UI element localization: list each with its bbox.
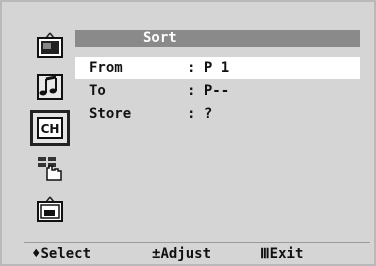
adjust-hint: ±Adjust (152, 243, 211, 265)
menu-icon-column: CH (29, 28, 75, 234)
picture-icon (37, 32, 63, 58)
picture-menu-button[interactable] (30, 28, 70, 64)
menu-row-label: Store (89, 106, 132, 122)
exit-hint: ⅢExit (260, 243, 303, 265)
menu-row-label: To (89, 83, 106, 99)
menu-row-store[interactable]: Store : ? (75, 103, 360, 125)
select-hint: ♦Select (32, 243, 91, 265)
pip-icon (37, 196, 63, 222)
exit-label: Exit (269, 246, 304, 262)
channel-icon: CH (37, 117, 63, 139)
function-icon (38, 157, 62, 181)
footer-hint-bar: ♦Select ±Adjust ⅢExit (24, 243, 370, 265)
sound-icon (37, 74, 63, 100)
menu-row-value: : P-- (187, 83, 230, 99)
svg-text:CH: CH (41, 122, 60, 136)
pip-menu-button[interactable] (30, 192, 70, 228)
function-menu-button[interactable] (30, 151, 70, 187)
menu-title-bar: Sort (75, 30, 360, 47)
sound-menu-button[interactable] (30, 69, 70, 105)
exit-icon: Ⅲ (260, 246, 270, 262)
menu-row-label: From (89, 60, 123, 76)
menu-row-from[interactable]: From : P 1 (75, 57, 360, 79)
adjust-label: Adjust (160, 246, 212, 262)
menu-row-value: : P 1 (187, 60, 230, 76)
menu-row-value: : ? (187, 106, 213, 122)
menu-row-to[interactable]: To : P-- (75, 80, 360, 102)
channel-menu-button[interactable]: CH (30, 110, 70, 146)
tv-menu-panel: CH Sort From : P 1 To: P-- Store: ? ♦S… (0, 0, 376, 266)
menu-title: Sort (143, 30, 177, 46)
select-label: Select (40, 246, 92, 262)
